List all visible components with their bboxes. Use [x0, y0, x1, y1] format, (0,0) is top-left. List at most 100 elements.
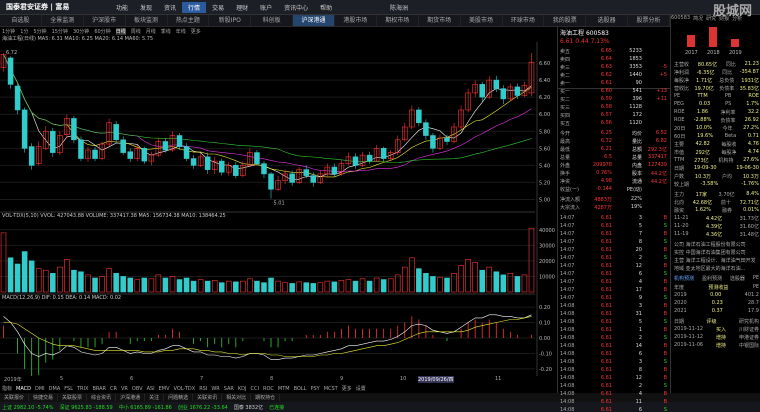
indicator-tab[interactable]: BOLL [294, 386, 307, 392]
bottom-tab[interactable]: 关联报价 [0, 394, 30, 401]
bottom-tab[interactable]: 相关对比 [222, 394, 252, 401]
bottom-tab[interactable]: 关联资讯 [193, 394, 223, 401]
market-tab[interactable]: 股票分析 [628, 15, 670, 26]
market-tab[interactable]: 热点主题 [168, 15, 210, 26]
order-book-row[interactable]: 买一 6.60 541 +13 [560, 88, 669, 95]
period-button[interactable]: 年线 [176, 28, 186, 35]
indicator-tab[interactable]: VOL-TDX [174, 386, 196, 392]
indicator-tab[interactable]: DMA [49, 386, 61, 392]
market-tab[interactable]: 期货市场 [419, 15, 461, 26]
indicator-tab[interactable]: SAR [224, 386, 234, 392]
period-button[interactable]: 1分 [20, 28, 28, 35]
bottom-tab[interactable]: 期权持仓 [251, 394, 281, 401]
volume-bar [21, 251, 28, 293]
menu-item[interactable]: 发现 [134, 2, 158, 13]
menu-item[interactable]: 帮助 [314, 2, 338, 13]
user-name[interactable]: 陈海洲 [390, 3, 408, 12]
bottom-tab[interactable]: 关注 [145, 394, 165, 401]
period-button[interactable]: 60分钟 [94, 28, 110, 35]
market-tab[interactable]: 期权市场 [377, 15, 419, 26]
chart-area[interactable]: 6.60 6.40 6.20 6.00 5.80 5.60 5.40 5.20 5.00 6.72… [0, 42, 557, 376]
bottom-tab[interactable]: 问题精选 [164, 394, 194, 401]
market-tab[interactable]: 港股市场 [335, 15, 377, 26]
order-book-row[interactable]: 卖五 6.65 5233 [560, 48, 669, 55]
menu-item[interactable]: 功能 [110, 2, 134, 13]
period-button[interactable]: 更多 [191, 28, 201, 35]
market-tab[interactable]: 选股器 [586, 15, 629, 26]
indicator-tab[interactable]: RSI [199, 386, 207, 392]
indicator-tab[interactable]: CCI [251, 386, 259, 392]
menu-item[interactable]: 行情 [182, 2, 207, 13]
indicator-tab[interactable]: MCST [324, 386, 338, 392]
forecast-tab[interactable]: PE [753, 275, 759, 282]
market-tab[interactable]: 自选股 [0, 15, 42, 26]
period-button[interactable]: 15分钟 [52, 28, 68, 35]
period-button[interactable]: 周线 [131, 28, 141, 35]
bottom-tab[interactable]: 快捷交易 [29, 394, 59, 401]
market-tab[interactable]: 板块监测 [126, 15, 168, 26]
bottom-tab[interactable]: 沪深港通 [116, 394, 146, 401]
forecast-tab[interactable]: 盈利预测 [702, 275, 722, 282]
f10-row-cell: 同比 [725, 62, 736, 68]
indicator-tab[interactable]: KDJ [238, 386, 247, 392]
market-tab[interactable]: 我的股票 [544, 15, 587, 26]
market-tab[interactable]: 新股IPO [209, 15, 252, 26]
order-level: 卖二 [560, 73, 571, 79]
period-button[interactable]: 月线 [146, 28, 156, 35]
bottom-tab[interactable]: 关联股票 [58, 394, 88, 401]
order-book-row[interactable]: 买五 6.56 1120 [560, 120, 669, 127]
indicator-tab[interactable]: PSY [310, 386, 319, 392]
indicator-tab[interactable]: OBV [132, 386, 143, 392]
market-tab[interactable]: 沪深股市 [84, 15, 126, 26]
indicator-tab[interactable]: 更多 [342, 385, 352, 392]
f10-tab[interactable]: 分析 [732, 15, 742, 22]
period-button[interactable]: 季线 [161, 28, 171, 35]
indicator-tab[interactable]: 设置 [356, 385, 366, 392]
f10-tab[interactable]: 简况 [693, 15, 703, 22]
menu-item[interactable]: 理财 [230, 2, 254, 13]
indicator-tab[interactable]: MACD [16, 386, 31, 392]
order-book-row[interactable]: 买二 6.59 396 +11 [560, 96, 669, 103]
order-level: 买五 [560, 121, 571, 127]
forecast-tab[interactable]: 选股器 [730, 275, 745, 282]
menu-item[interactable]: 账户 [254, 2, 278, 13]
order-level: 卖四 [560, 57, 571, 63]
indicator-tab[interactable]: MTM [278, 386, 290, 392]
indicator-tab[interactable]: FSL [64, 386, 73, 392]
indicator-tab[interactable]: WR [211, 386, 219, 392]
indicator-tab[interactable]: DMI [35, 386, 45, 392]
order-book-row[interactable]: 卖一 6.61 90 [560, 80, 669, 87]
market-tab[interactable]: 全景监测 [42, 15, 84, 26]
bottom-tab[interactable]: 综合资讯 [87, 394, 117, 401]
indicator-tab[interactable]: ASI [147, 386, 155, 392]
order-book-row[interactable]: 卖四 6.64 1853 [560, 56, 669, 63]
order-book-row[interactable]: 买四 6.57 172 [560, 112, 669, 119]
indicator-tab[interactable]: TRIX [77, 386, 88, 392]
indicator-tab[interactable]: ROC [263, 386, 274, 392]
volume-bar [78, 271, 84, 293]
order-volume: 1853 [629, 56, 642, 62]
market-tab[interactable]: 沪深港通 [293, 15, 335, 26]
menu-item[interactable]: 资讯中心 [278, 2, 314, 13]
f10-tab[interactable]: 研究 [706, 15, 716, 22]
period-button[interactable]: 30分钟 [73, 28, 89, 35]
period-button[interactable]: 5分钟 [33, 28, 46, 35]
market-tab[interactable]: 科创板 [251, 15, 294, 26]
menu-item[interactable]: 交易 [206, 2, 230, 13]
market-tab[interactable]: 环球市场 [503, 15, 545, 26]
period-button[interactable]: 日线 [115, 27, 126, 35]
indicator-tab[interactable]: CR [110, 386, 117, 392]
indicator-tab[interactable]: 指标 [2, 385, 12, 392]
order-book-row[interactable]: 买三 6.58 1128 [560, 104, 669, 111]
indicator-tab[interactable]: VR [121, 386, 128, 392]
order-book-row[interactable]: 卖二 6.62 1440 +5 [560, 72, 669, 79]
indicator-tab[interactable]: BRAR [92, 386, 106, 392]
menu-item[interactable]: 资讯 [158, 2, 182, 13]
indicator-tab[interactable]: EMV [159, 386, 170, 392]
f10-tab[interactable]: 财报 [719, 15, 729, 22]
period-button[interactable]: 1分钟 [2, 28, 15, 35]
market-tab[interactable]: 美股市场 [461, 15, 503, 26]
ma-line [3, 54, 532, 181]
forecast-tab[interactable]: 机构预测 [674, 275, 694, 282]
order-book-row[interactable]: 卖三 6.63 3353 -5 [560, 64, 669, 71]
